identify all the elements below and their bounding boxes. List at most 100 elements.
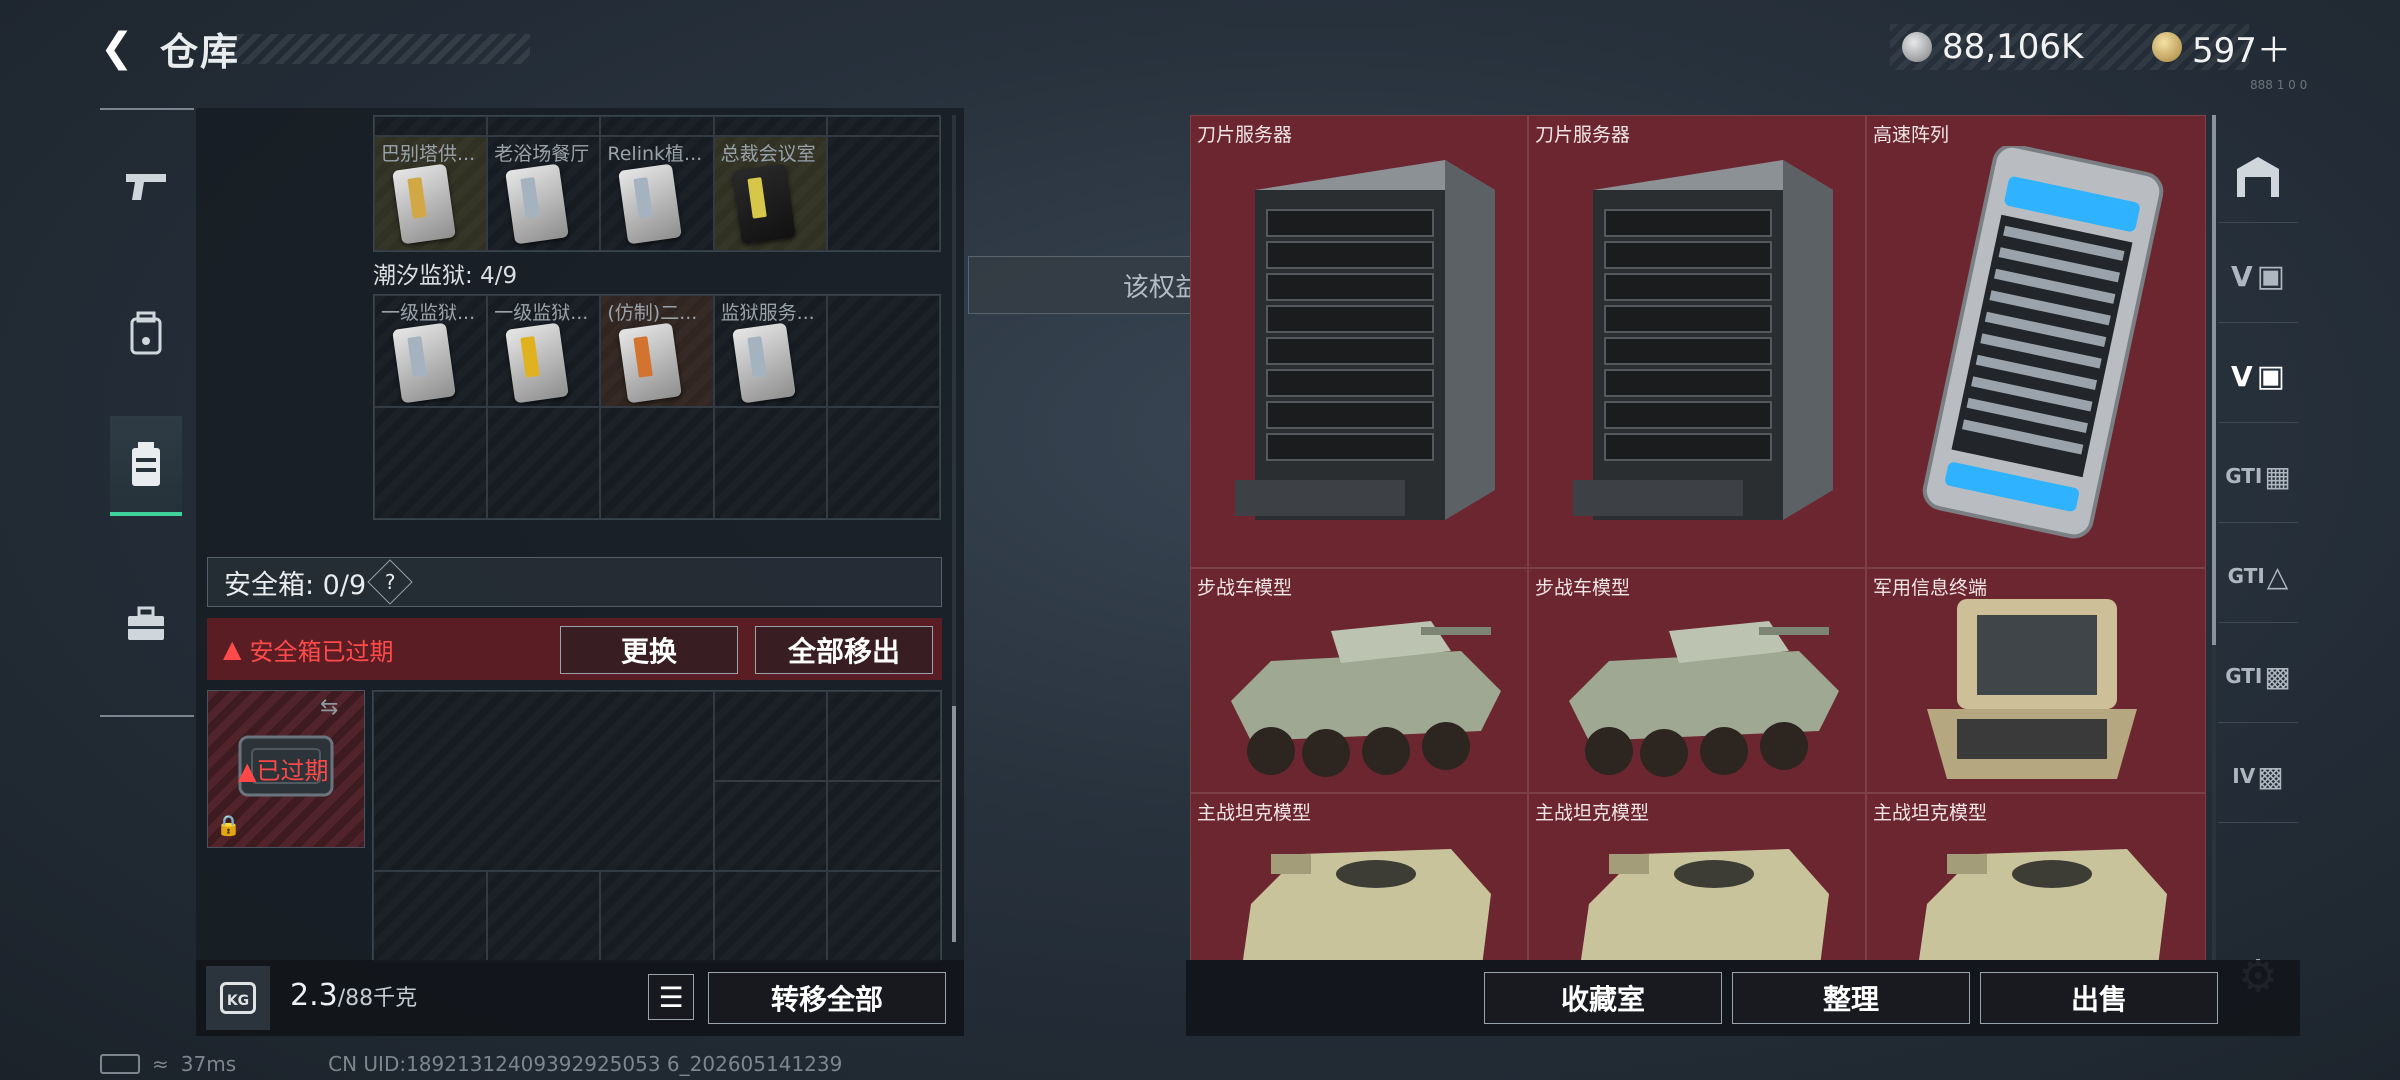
weapon-tab-icon[interactable] bbox=[110, 140, 182, 232]
filter-tab-iv[interactable]: IV ▩ bbox=[2218, 730, 2298, 823]
safe-box-label: 安全箱: 0/9 bbox=[224, 569, 367, 601]
item-label: 一级监狱... bbox=[381, 302, 476, 324]
filter-tab-label: GTI bbox=[2225, 464, 2263, 488]
item-label: Relink植... bbox=[607, 143, 703, 165]
server-rack-icon bbox=[1235, 160, 1495, 520]
tank-model-icon bbox=[1581, 849, 1829, 960]
item-card[interactable]: 主战坦克模型 bbox=[1190, 793, 1528, 960]
warehouse-icon bbox=[2237, 157, 2279, 197]
keycard-slot[interactable]: 一级监狱... bbox=[487, 295, 601, 407]
left-category-rail bbox=[100, 108, 194, 717]
item-label: 一级监狱... bbox=[494, 302, 589, 324]
filter-tab-label: V bbox=[2230, 259, 2253, 293]
crate-icon: ▩ bbox=[2264, 659, 2291, 693]
keycard-slot[interactable]: 巴别塔供... bbox=[374, 136, 488, 251]
keycard-icon bbox=[618, 163, 683, 245]
right-filter-rail: V▣ V▣ GTI▦ GTI△ GTI▩ IV▩ ⚙ bbox=[2218, 130, 2298, 1020]
help-icon[interactable]: ? bbox=[367, 559, 413, 605]
grid-cell bbox=[374, 407, 488, 519]
grid-cell bbox=[827, 691, 941, 781]
case-icon: ▣ bbox=[2256, 358, 2286, 394]
wifi-icon: ≈ bbox=[152, 1052, 169, 1076]
filter-tab-gti-2[interactable]: GTI △ bbox=[2218, 530, 2298, 623]
crate-icon: ▦ bbox=[2264, 459, 2291, 493]
keycard-slot[interactable]: (仿制)二... bbox=[600, 295, 714, 407]
case-icon: ▣ bbox=[2256, 258, 2286, 294]
back-arrow-icon[interactable]: ❮ bbox=[100, 26, 144, 70]
keycard-slot[interactable]: 监狱服务... bbox=[713, 295, 827, 407]
keycard-slot[interactable]: Relink植... bbox=[600, 136, 714, 251]
move-all-out-button[interactable]: 全部移出 bbox=[755, 626, 933, 674]
filter-tab-gti-1[interactable]: GTI ▦ bbox=[2218, 430, 2298, 523]
vest-tab-icon[interactable] bbox=[110, 416, 182, 516]
storage-array-icon bbox=[1922, 146, 2164, 539]
battery-icon bbox=[100, 1054, 140, 1074]
organize-button[interactable]: 整理 bbox=[1732, 972, 1970, 1024]
weight-icon: KG bbox=[206, 966, 270, 1030]
replace-button[interactable]: 更换 bbox=[560, 626, 738, 674]
grid-cell bbox=[487, 407, 601, 519]
ping-text: 37ms bbox=[180, 1052, 237, 1076]
item-label: 主战坦克模型 bbox=[1873, 802, 1988, 824]
keycard-slot[interactable]: 老浴场餐厅 bbox=[487, 136, 601, 251]
uid-text: CN UID:18921312409392925053 6_2026051412… bbox=[328, 1052, 843, 1076]
gold-amount[interactable]: 597＋ bbox=[2192, 23, 2291, 72]
grid-cell bbox=[827, 871, 941, 961]
prison-grid: 一级监狱... 一级监狱... (仿制)二... 监狱服务... bbox=[373, 294, 941, 520]
item-card[interactable]: 刀片服务器 bbox=[1190, 115, 1528, 568]
safe-box-slot[interactable]: ▲已过期 ⇆ 🔒 bbox=[207, 690, 365, 848]
item-label: 监狱服务... bbox=[720, 302, 815, 324]
silver-amount: 88,106K bbox=[1942, 27, 2084, 67]
grid-cell bbox=[713, 781, 828, 871]
left-scrollbar-thumb[interactable] bbox=[952, 706, 956, 942]
keycard-slot[interactable]: 一级监狱... bbox=[374, 295, 488, 407]
crate-icon: ▩ bbox=[2257, 759, 2284, 793]
grid-cell bbox=[600, 871, 714, 961]
grid-cell bbox=[713, 691, 828, 781]
sell-button[interactable]: 出售 bbox=[1980, 972, 2218, 1024]
silver-coin-icon bbox=[1902, 32, 1932, 62]
tank-model-icon bbox=[1243, 849, 1491, 960]
item-label: 刀片服务器 bbox=[1197, 124, 1293, 146]
safe-slot-expired-text: 已过期 bbox=[256, 757, 329, 785]
keycard-icon bbox=[505, 163, 570, 245]
item-card[interactable]: 步战车模型 bbox=[1190, 568, 1528, 793]
item-card[interactable]: 高速阵列 bbox=[1866, 115, 2206, 568]
warning-icon: ▲ bbox=[223, 635, 242, 663]
container-icon bbox=[132, 442, 160, 486]
grid-cell bbox=[713, 871, 828, 961]
item-label: 刀片服务器 bbox=[1535, 124, 1631, 146]
keycard-icon bbox=[731, 322, 796, 404]
item-card[interactable]: 步战车模型 bbox=[1528, 568, 1866, 793]
item-card[interactable]: 主战坦克模型 bbox=[1866, 793, 2206, 960]
weight-max: /88千克 bbox=[337, 986, 418, 1011]
filter-tab-v[interactable]: V ▣ bbox=[2218, 230, 2298, 323]
safe-box-header: 安全箱: 0/9 ? bbox=[207, 557, 942, 607]
swap-icon[interactable]: ⇆ bbox=[320, 695, 338, 720]
toolbox-tab-icon[interactable] bbox=[110, 578, 182, 670]
transfer-all-button[interactable]: 转移全部 bbox=[708, 972, 946, 1024]
backpack-tab-icon[interactable] bbox=[110, 287, 182, 379]
filter-tab-v-active[interactable]: V ▣ bbox=[2218, 330, 2298, 423]
briefcase-icon bbox=[128, 606, 164, 640]
grid-cell bbox=[713, 407, 827, 519]
item-label: 主战坦克模型 bbox=[1535, 802, 1650, 824]
item-card[interactable]: 刀片服务器 bbox=[1528, 115, 1866, 568]
filter-tab-label: V bbox=[2230, 359, 2253, 393]
item-label: 巴别塔供... bbox=[381, 143, 476, 165]
filter-tab-label: GTI bbox=[2227, 564, 2265, 588]
item-label: 主战坦克模型 bbox=[1197, 802, 1312, 824]
backpack-icon bbox=[130, 311, 162, 355]
keycard-slot[interactable]: 总裁会议室 bbox=[713, 136, 827, 251]
gold-currency: 597＋ bbox=[2140, 23, 2334, 72]
tank-model-icon bbox=[1919, 849, 2167, 960]
filter-tab-gti-3[interactable]: GTI ▩ bbox=[2218, 630, 2298, 723]
storage-tab-icon[interactable] bbox=[2218, 130, 2298, 223]
list-view-icon[interactable]: ☰ bbox=[648, 974, 694, 1020]
item-card[interactable]: 军用信息终端 bbox=[1866, 568, 2206, 793]
item-card[interactable]: 主战坦克模型 bbox=[1528, 793, 1866, 960]
collection-room-button[interactable]: 收藏室 bbox=[1484, 972, 1722, 1024]
grid-cell bbox=[486, 871, 601, 961]
version-text: 888 1 0 0 bbox=[2250, 78, 2308, 92]
right-scrollbar-thumb[interactable] bbox=[2212, 115, 2216, 645]
